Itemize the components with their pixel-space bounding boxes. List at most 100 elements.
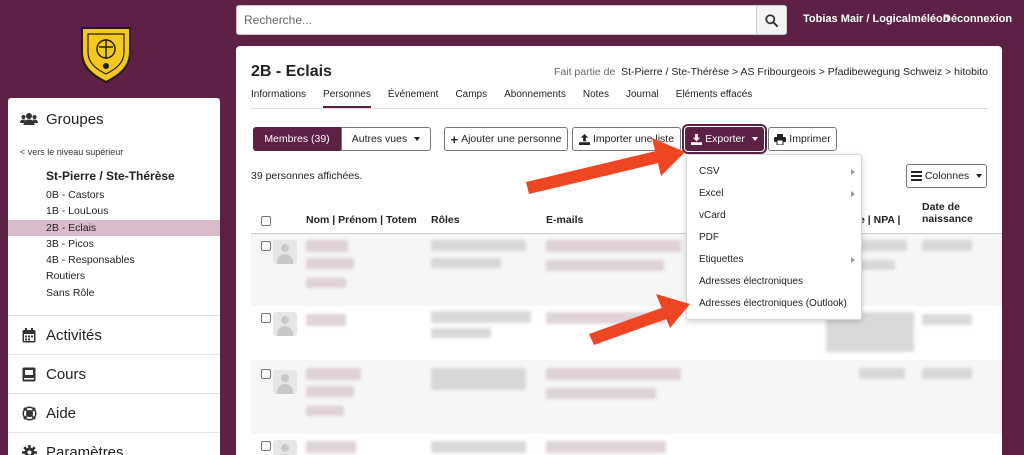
sidebar-help-label: Aide xyxy=(46,404,77,422)
column-header-emails[interactable]: E-mails xyxy=(546,214,583,226)
export-csv-label: CSV xyxy=(699,166,720,177)
redacted-text xyxy=(306,278,346,288)
export-vcard-label: vCard xyxy=(699,210,726,221)
avatar xyxy=(273,440,297,455)
tab-evenement[interactable]: Événement xyxy=(388,89,439,108)
export-menu-item-emails[interactable]: Adresses électroniques xyxy=(687,271,861,293)
breadcrumb-link[interactable]: AS Fribourgeois xyxy=(740,66,815,78)
import-list-button[interactable]: Importer une liste xyxy=(572,127,681,151)
row-checkbox[interactable] xyxy=(261,313,271,323)
chevron-down-icon xyxy=(414,137,421,141)
sidebar-item-routiers[interactable]: Routiers xyxy=(8,268,220,284)
breadcrumb-link[interactable]: hitobito xyxy=(954,66,988,78)
sidebar-item-sans-role[interactable]: Sans Rôle xyxy=(8,285,220,301)
parent-level-link[interactable]: < vers le niveau supérieur xyxy=(8,147,220,157)
logo-emblem-icon xyxy=(81,27,131,84)
redacted-text xyxy=(306,258,354,269)
table-row[interactable] xyxy=(251,360,1002,434)
redacted-text xyxy=(922,240,972,251)
breadcrumb-link[interactable]: Pfadibewegung Schweiz xyxy=(828,66,942,78)
redacted-text xyxy=(431,311,531,323)
sidebar-settings-label: Paramètres xyxy=(46,443,124,455)
gear-icon xyxy=(20,444,38,455)
chevron-right-icon xyxy=(851,191,855,197)
export-menu-item-vcard[interactable]: vCard xyxy=(687,205,861,227)
column-header-birthdate[interactable]: Date de naissance xyxy=(922,201,973,225)
avatar xyxy=(273,312,297,336)
tab-camps[interactable]: Camps xyxy=(455,89,487,108)
sidebar-help[interactable]: Aide xyxy=(8,394,220,432)
export-menu-item-csv[interactable]: CSV xyxy=(687,161,861,183)
export-menu-item-pdf[interactable]: PDF xyxy=(687,227,861,249)
sidebar-item-picos[interactable]: 3B - Picos xyxy=(8,236,220,252)
tab-informations[interactable]: Informations xyxy=(251,89,306,108)
redacted-text xyxy=(431,328,491,338)
tab-journal[interactable]: Journal xyxy=(626,89,659,108)
print-button[interactable]: Imprimer xyxy=(768,127,837,151)
search-button[interactable] xyxy=(757,5,787,35)
table-row[interactable] xyxy=(251,434,1002,455)
row-checkbox[interactable] xyxy=(261,369,271,379)
members-view-button[interactable]: Membres (39) xyxy=(253,127,341,151)
search-input[interactable] xyxy=(236,5,757,35)
tab-personnes[interactable]: Personnes xyxy=(323,89,371,108)
table-row[interactable] xyxy=(251,306,1002,360)
export-menu-item-excel[interactable]: Excel xyxy=(687,183,861,205)
table-row[interactable] xyxy=(251,234,1002,306)
sidebar-activities[interactable]: Activités xyxy=(8,316,220,354)
search-icon xyxy=(765,13,778,27)
export-emails-outlook-label: Adresses électroniques (Outlook) xyxy=(699,298,847,309)
export-menu-item-labels[interactable]: Etiquettes xyxy=(687,249,861,271)
breadcrumb-link[interactable]: St-Pierre / Ste-Thérèse xyxy=(621,66,729,78)
redacted-text xyxy=(922,368,972,379)
tabs-divider xyxy=(251,108,988,109)
columns-label: Colonnes xyxy=(924,170,970,182)
import-list-label: Importer une liste xyxy=(592,133,675,145)
sidebar-item-eclais[interactable]: 2B - Eclais xyxy=(8,219,220,236)
plus-icon: + xyxy=(450,131,459,147)
person-count: 39 personnes affichées. xyxy=(251,170,363,182)
redacted-text xyxy=(546,388,656,399)
export-dropdown-button[interactable]: Exporter xyxy=(682,124,767,154)
user-link[interactable]: Tobias Mair / Logicalméléon xyxy=(803,13,950,25)
columns-dropdown-button[interactable]: Colonnes xyxy=(906,164,987,188)
printer-icon xyxy=(774,133,787,145)
sidebar-courses[interactable]: Cours xyxy=(8,355,220,393)
redacted-text xyxy=(546,368,681,380)
table-header: Nom | Prénom | Totem Rôles E-mails e | N… xyxy=(251,198,1002,234)
upload-icon xyxy=(578,133,590,145)
sidebar-groups[interactable]: Groupes xyxy=(8,98,220,140)
sidebar-item-castors[interactable]: 0B - Castors xyxy=(8,187,220,203)
tab-bar: Informations Personnes Événement Camps A… xyxy=(251,89,769,108)
redacted-text xyxy=(306,314,346,326)
sidebar-settings[interactable]: Paramètres xyxy=(8,433,220,455)
tab-notes[interactable]: Notes xyxy=(583,89,609,108)
other-views-label: Autres vues xyxy=(351,133,408,145)
logo[interactable] xyxy=(78,22,134,84)
logout-link[interactable]: Déconnexion xyxy=(943,13,1012,25)
column-header-npa[interactable]: e | NPA | xyxy=(859,214,900,226)
sidebar-item-responsables[interactable]: 4B - Responsables xyxy=(8,252,220,268)
row-checkbox[interactable] xyxy=(261,241,271,251)
avatar xyxy=(273,240,297,264)
add-person-button[interactable]: + Ajouter une personne xyxy=(444,127,568,151)
redacted-text xyxy=(859,368,905,379)
row-checkbox[interactable] xyxy=(261,441,271,451)
tab-abonnements[interactable]: Abonnements xyxy=(504,89,566,108)
book-icon xyxy=(20,367,38,382)
users-icon xyxy=(20,112,38,126)
sidebar-item-loulous[interactable]: 1B - LouLous xyxy=(8,203,220,219)
export-menu-item-emails-outlook[interactable]: Adresses électroniques (Outlook) xyxy=(687,293,861,315)
redacted-text xyxy=(306,441,356,453)
column-header-roles[interactable]: Rôles xyxy=(431,214,460,226)
sidebar: Groupes < vers le niveau supérieur St-Pi… xyxy=(8,98,220,455)
redacted-text xyxy=(306,386,354,397)
select-all-checkbox[interactable] xyxy=(261,216,271,226)
tab-elements-effaces[interactable]: Eléments effacés xyxy=(676,89,753,108)
column-header-name[interactable]: Nom | Prénom | Totem xyxy=(306,214,417,226)
other-views-dropdown[interactable]: Autres vues xyxy=(341,127,431,151)
current-group-title[interactable]: St-Pierre / Ste-Thérèse xyxy=(8,169,220,183)
chevron-right-icon xyxy=(851,257,855,263)
chevron-right-icon xyxy=(851,169,855,175)
avatar xyxy=(273,370,297,394)
